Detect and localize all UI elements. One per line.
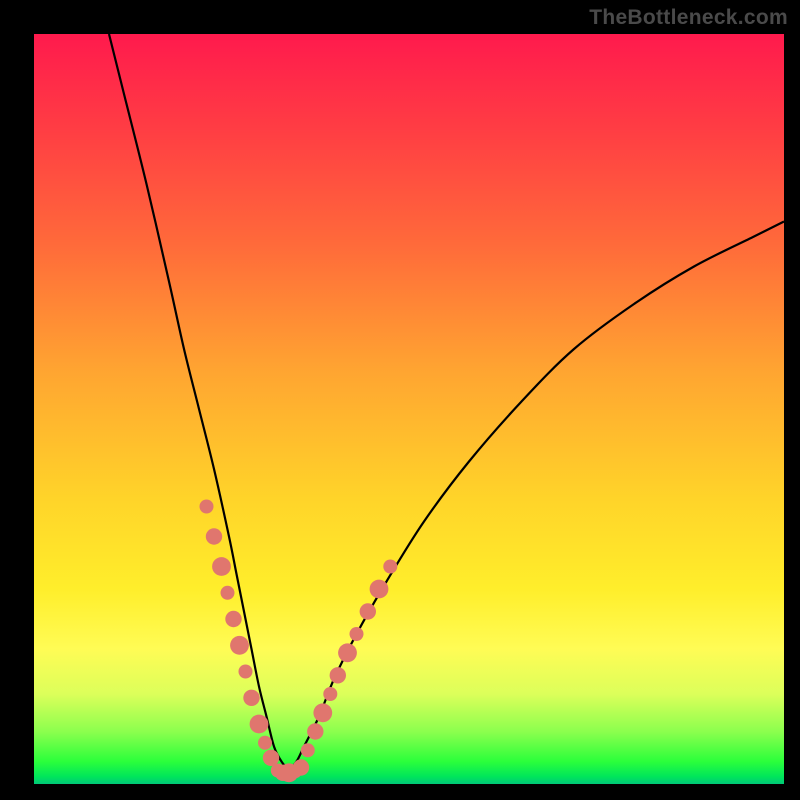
data-point (263, 750, 279, 766)
data-point (313, 703, 332, 722)
bottleneck-curve (109, 34, 784, 769)
data-point (323, 687, 337, 701)
curve-svg (34, 34, 784, 784)
data-point (360, 603, 376, 619)
data-point (206, 528, 222, 544)
data-point (293, 759, 309, 775)
data-point (350, 627, 364, 641)
data-point (383, 560, 397, 574)
dots-left (200, 500, 280, 767)
data-point (250, 715, 269, 734)
data-point (330, 667, 346, 683)
data-point (301, 743, 315, 757)
data-point (230, 636, 249, 655)
data-point (200, 500, 214, 514)
dots-right (301, 560, 398, 758)
data-point (221, 586, 235, 600)
data-point (239, 665, 253, 679)
chart-container: TheBottleneck.com (0, 0, 800, 800)
watermark-text: TheBottleneck.com (589, 6, 788, 30)
data-point (307, 723, 323, 739)
data-point (243, 690, 259, 706)
data-point (370, 580, 389, 599)
data-point (338, 643, 357, 662)
data-point (258, 736, 272, 750)
data-point (225, 611, 241, 627)
data-point (212, 557, 231, 576)
plot-area (34, 34, 784, 784)
